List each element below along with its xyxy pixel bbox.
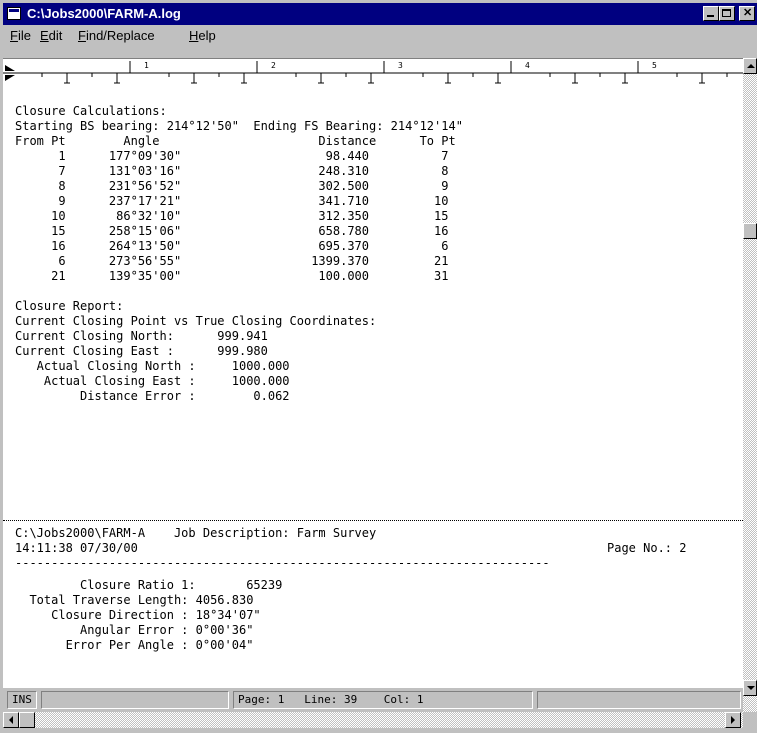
minimize-icon bbox=[707, 15, 714, 17]
separator-line: ----------------------------------------… bbox=[15, 556, 550, 570]
arrow-left-icon bbox=[9, 716, 13, 724]
editor-window: C:\Jobs2000\FARM-A.log ✕ File Edit Find/… bbox=[0, 0, 757, 733]
app-icon[interactable] bbox=[7, 7, 21, 20]
close-icon: ✕ bbox=[743, 7, 753, 19]
ruler-number-2: 2 bbox=[271, 61, 276, 70]
arrow-right-icon bbox=[731, 716, 735, 724]
ruler-graphic bbox=[3, 61, 743, 84]
status-blank bbox=[41, 691, 229, 709]
page-number-text: Page No.: 2 bbox=[607, 541, 687, 555]
indent-marker-icon-lower bbox=[5, 75, 15, 81]
ruler-number-1: 1 bbox=[144, 61, 149, 70]
status-bar: INS Page: 1 Line: 39 Col: 1 bbox=[3, 688, 743, 712]
scroll-left-button[interactable] bbox=[3, 712, 19, 728]
minimize-button[interactable] bbox=[703, 6, 719, 21]
close-button[interactable]: ✕ bbox=[739, 6, 755, 21]
ruler-number-3: 3 bbox=[398, 61, 403, 70]
menu-help[interactable]: Help bbox=[189, 28, 216, 43]
vertical-scroll-thumb[interactable] bbox=[743, 223, 757, 239]
scroll-up-button[interactable] bbox=[743, 58, 757, 74]
window-title: C:\Jobs2000\FARM-A.log bbox=[27, 6, 181, 21]
status-page: Page: 1 bbox=[238, 693, 285, 706]
horizontal-scroll-thumb[interactable] bbox=[19, 712, 35, 728]
arrow-up-icon bbox=[747, 64, 755, 68]
page-header-text: C:\Jobs2000\FARM-A Job Description: Farm… bbox=[15, 526, 377, 555]
ruler-number-5: 5 bbox=[652, 61, 657, 70]
title-bar[interactable]: C:\Jobs2000\FARM-A.log ✕ bbox=[3, 3, 757, 25]
indent-marker-icon bbox=[5, 65, 15, 71]
ruler[interactable]: 1 2 3 4 5 bbox=[3, 58, 743, 91]
status-mode: INS bbox=[7, 691, 37, 709]
ruler-number-4: 4 bbox=[525, 61, 530, 70]
vertical-scrollbar[interactable] bbox=[743, 58, 757, 712]
document-area[interactable]: Closure Calculations: Starting BS bearin… bbox=[3, 90, 743, 688]
menu-find-replace[interactable]: Find/Replace bbox=[78, 28, 155, 43]
page-break-line bbox=[3, 520, 743, 521]
closure-summary-text: Closure Ratio 1: 65239 Total Traverse Le… bbox=[29, 578, 283, 652]
menu-edit[interactable]: Edit bbox=[40, 28, 62, 43]
status-position: Page: 1 Line: 39 Col: 1 bbox=[233, 691, 533, 709]
scroll-down-button[interactable] bbox=[743, 680, 757, 696]
status-extra bbox=[537, 691, 741, 709]
menu-bar: File Edit Find/Replace Help bbox=[3, 25, 757, 46]
scrollbar-corner bbox=[743, 712, 757, 728]
closure-calculations-text: Closure Calculations: Starting BS bearin… bbox=[15, 104, 463, 403]
maximize-icon bbox=[722, 9, 731, 17]
horizontal-scrollbar[interactable] bbox=[3, 712, 743, 728]
arrow-down-icon bbox=[747, 686, 755, 690]
status-line: Line: 39 bbox=[304, 693, 358, 706]
menu-file[interactable]: File bbox=[10, 28, 31, 43]
status-col: Col: 1 bbox=[383, 693, 424, 706]
maximize-button[interactable] bbox=[719, 6, 735, 21]
scroll-right-button[interactable] bbox=[725, 712, 741, 728]
